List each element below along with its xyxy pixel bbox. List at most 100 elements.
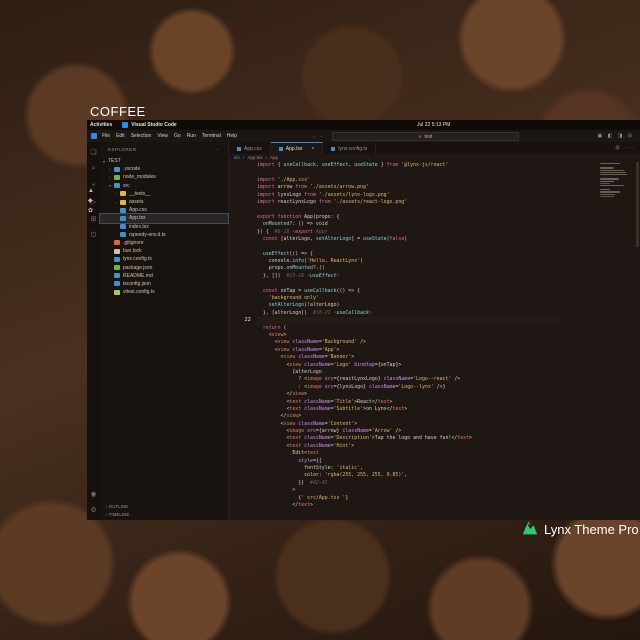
close-icon[interactable]: ×: [311, 146, 314, 152]
code-line: import reactLynxLogo from './assets/reac…: [257, 198, 408, 205]
timeline-label: TIMELINE: [108, 512, 130, 517]
tree-file[interactable]: .gitignore: [100, 239, 228, 247]
explorer-icon[interactable]: ❏: [90, 148, 96, 156]
code-editor[interactable]: 22 import { useCallback, useEffect, useS…: [229, 162, 640, 520]
line-number: [229, 376, 251, 383]
clock[interactable]: Jul 22 5:13 PM: [417, 122, 450, 128]
tree-item-label: .vscode: [123, 166, 141, 173]
line-number: [229, 280, 251, 287]
tree-folder[interactable]: › assets: [100, 198, 228, 206]
menu-help[interactable]: Help: [227, 133, 237, 139]
tree-file[interactable]: index.tsx: [100, 223, 228, 231]
nav-back-forward[interactable]: ← →: [312, 133, 323, 139]
line-number: [229, 450, 251, 457]
file-icon: [114, 265, 120, 271]
vscode-logo-icon: [91, 133, 97, 139]
alert-icon: ◆: [88, 198, 93, 204]
menu-terminal[interactable]: Terminal: [202, 133, 221, 139]
tree-folder[interactable]: › .vscode: [100, 165, 228, 173]
breadcrumb-item[interactable]: src: [234, 155, 240, 160]
tree-item-label: __tests__: [129, 190, 151, 197]
line-number: [229, 384, 251, 391]
more-actions-icon[interactable]: ···: [214, 147, 220, 152]
tree-folder[interactable]: ▾ src: [100, 182, 228, 190]
tree-file[interactable]: package.json: [100, 263, 228, 271]
code-line: }, [alterLogo]) #18-21 <useCallback>: [257, 309, 372, 316]
tree-file[interactable]: tsconfig.json: [100, 280, 228, 288]
system-topbar: Activities Visual Studio Code Jul 22 5:1…: [87, 120, 640, 130]
tree-file[interactable]: lynx.config.ts: [100, 255, 228, 263]
minimap[interactable]: [600, 162, 634, 212]
code-line: </text>: [257, 501, 313, 508]
tree-folder[interactable]: › __tests__: [100, 190, 228, 198]
code-line: import './App.css': [257, 176, 311, 183]
tree-file[interactable]: App.css: [100, 206, 228, 214]
code-line: fontStyle: 'italic',: [257, 465, 364, 472]
settings-gear-icon[interactable]: ⚙: [90, 506, 96, 514]
tree-item-label: tsconfig.json: [123, 280, 151, 287]
tree-item-label: rspeedy-env.d.ts: [129, 231, 166, 238]
breadcrumb-item[interactable]: App.tsx: [248, 155, 263, 160]
code-line: const onTap = useCallback(() => {: [262, 287, 361, 294]
tree-file[interactable]: App.tsx: [99, 213, 229, 224]
editor-actions[interactable]: ⊟ ···: [615, 145, 636, 151]
vertical-scrollbar[interactable]: [636, 162, 639, 247]
code-line: <view className='App'>: [257, 346, 340, 353]
line-number: [229, 399, 251, 406]
menu-edit[interactable]: Edit: [116, 133, 125, 139]
search-view-icon[interactable]: ⌕: [92, 165, 96, 173]
tree-item-label: node_modules: [123, 174, 156, 181]
breadcrumb-item[interactable]: App: [270, 155, 278, 160]
code-line: : <image src={lynxLogo} className='Logo-…: [257, 383, 446, 390]
line-number: [229, 325, 251, 332]
code-line: }) { #8-10 <export App>: [257, 228, 328, 235]
app-menu[interactable]: Visual Studio Code: [122, 122, 177, 128]
timeline-section[interactable]: › TIMELINE: [100, 512, 228, 517]
menu-go[interactable]: Go: [174, 133, 181, 139]
extensions-icon[interactable]: ⊞: [91, 215, 97, 223]
menu-run[interactable]: Run: [187, 133, 196, 139]
power-icon[interactable]: ⏻: [91, 232, 97, 240]
code-line: {alterLogo: [257, 368, 322, 375]
tree-file[interactable]: README.md: [100, 272, 228, 280]
tree-folder[interactable]: › node_modules: [100, 173, 228, 181]
lynx-glyph-icon: ✿: [88, 208, 94, 214]
line-number: [229, 295, 251, 302]
line-number: [229, 243, 251, 250]
file-tree: › .vscode › node_modules ▾ src › __tests__ › asse…: [99, 165, 229, 296]
line-number: [229, 465, 251, 472]
line-number: [229, 302, 251, 309]
tab-lynx-config[interactable]: lynx.config.ts: [323, 143, 377, 154]
tree-file[interactable]: vitest.config.ts: [100, 288, 228, 296]
code-line: Edit<text: [257, 450, 319, 457]
tab-label: lynx.config.ts: [338, 145, 368, 152]
code-line: import arrow from './assets/arrow.png': [257, 184, 369, 191]
menu-file[interactable]: File: [102, 133, 110, 139]
outline-label: OUTLINE: [108, 504, 129, 509]
line-number: [229, 288, 251, 295]
code-line: props.onMounted?.(): [257, 265, 325, 272]
code-lines[interactable]: import { useCallback, useEffect, useStat…: [257, 162, 560, 509]
activities-button[interactable]: Activities: [90, 122, 112, 128]
tab-app-css[interactable]: App.css: [229, 143, 271, 154]
chevron-right-icon: ›: [265, 155, 268, 160]
code-line: }} #42-45: [257, 479, 328, 486]
code-line: </view>: [257, 413, 302, 420]
line-number: [229, 428, 251, 435]
menu-view[interactable]: View: [157, 133, 168, 139]
code-line: <text className='Subtitle'>on Lynx</text…: [257, 405, 408, 412]
tree-root[interactable]: ▾ TEST: [100, 157, 228, 165]
account-icon[interactable]: ◉: [90, 490, 96, 498]
tree-file[interactable]: rspeedy-env.d.ts: [100, 231, 228, 239]
chevron-right-icon: ›: [243, 155, 245, 160]
tree-file[interactable]: bun.lock: [100, 247, 228, 255]
command-center-search[interactable]: ⌕ test: [332, 132, 519, 141]
line-number: [229, 502, 251, 509]
code-line: color: 'rgba(255, 255, 255, 0.85)',: [257, 472, 408, 479]
outline-section[interactable]: › OUTLINE: [100, 504, 228, 509]
tab-app-tsx[interactable]: App.tsx ×: [270, 142, 324, 154]
layout-controls[interactable]: ▣ ◧ ◨ ⊟: [597, 133, 634, 139]
code-line: export function App(props: {: [257, 213, 340, 220]
menu-selection[interactable]: Selection: [131, 133, 152, 139]
line-number: [229, 236, 251, 243]
